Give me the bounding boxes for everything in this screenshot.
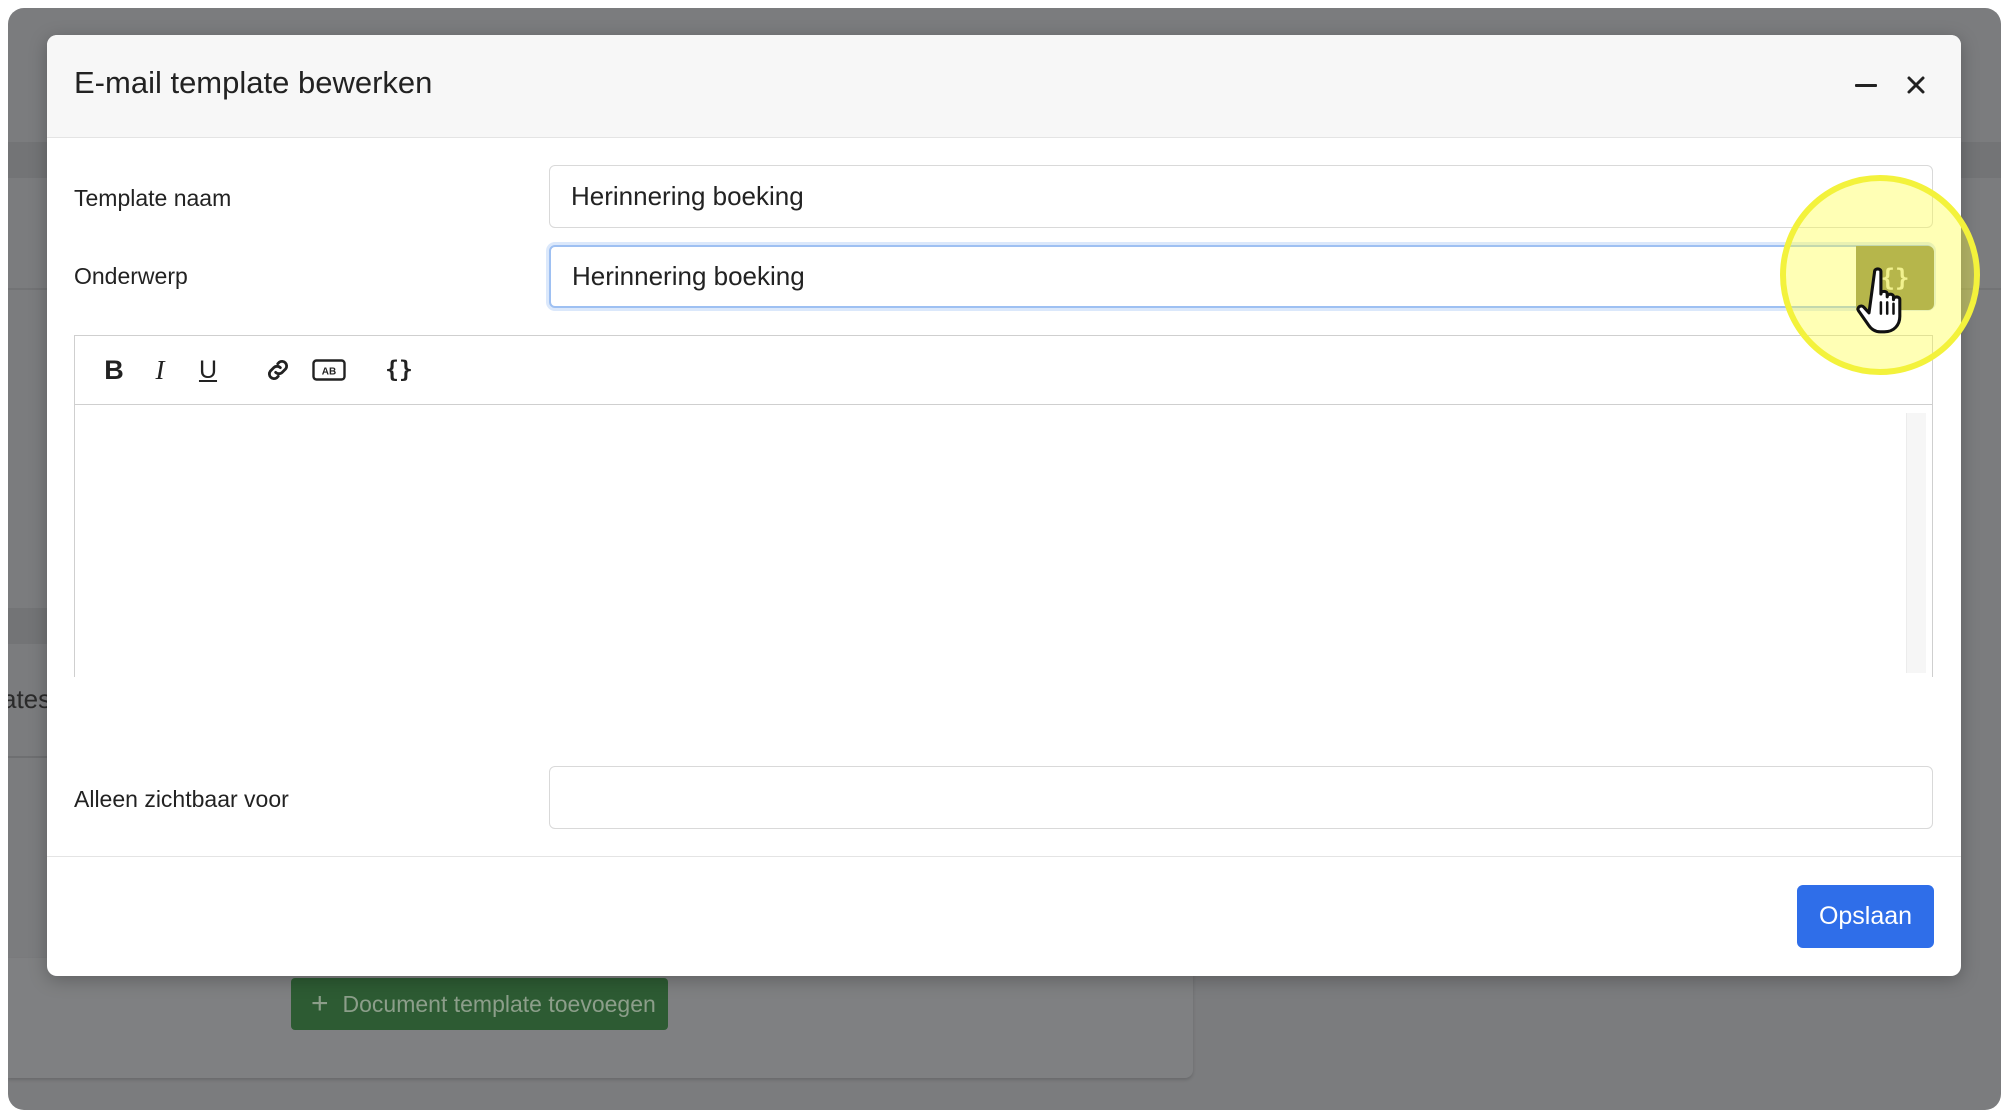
insert-variable-toolbar-button[interactable]: {} — [381, 352, 417, 388]
close-button[interactable] — [1896, 65, 1936, 105]
rich-text-editor: B I U AB {} — [74, 335, 1933, 677]
modal-header: E-mail template bewerken — [47, 35, 1961, 138]
add-document-template-button: + Document template toevoegen — [291, 978, 668, 1030]
minimize-button[interactable] — [1846, 65, 1886, 105]
template-name-label: Template naam — [74, 185, 232, 211]
background-tab-label: ates — [8, 684, 52, 714]
editor-scrollbar[interactable] — [1906, 413, 1926, 673]
italic-button[interactable]: I — [145, 352, 175, 388]
editor-toolbar: B I U AB {} — [75, 336, 1932, 405]
modal-title: E-mail template bewerken — [74, 65, 433, 100]
link-icon — [267, 359, 289, 381]
link-button[interactable] — [262, 352, 294, 388]
edit-email-template-modal: E-mail template bewerken Template naam H… — [47, 35, 1961, 976]
subject-label: Onderwerp — [74, 263, 188, 289]
minus-icon — [1855, 83, 1877, 87]
visible-for-input[interactable] — [549, 766, 1933, 829]
subject-input[interactable]: Herinnering boeking — [549, 245, 1933, 308]
svg-text:AB: AB — [322, 367, 336, 378]
plus-icon: + — [311, 987, 329, 1020]
subject-value: Herinnering boeking — [572, 261, 805, 291]
visible-for-label: Alleen zichtbaar voor — [74, 786, 289, 812]
save-button[interactable]: Opslaan — [1797, 885, 1934, 948]
hand-pointer-icon — [1856, 267, 1902, 334]
close-icon — [1907, 76, 1925, 94]
underline-button[interactable]: U — [193, 352, 223, 388]
editor-content-area[interactable] — [75, 405, 1932, 677]
abbreviation-icon: AB — [312, 359, 346, 381]
bold-button[interactable]: B — [99, 352, 129, 388]
footer-divider — [47, 856, 1961, 857]
template-name-input[interactable]: Herinnering boeking — [549, 165, 1933, 228]
template-name-value: Herinnering boeking — [571, 181, 804, 211]
abbreviation-button[interactable]: AB — [309, 352, 349, 388]
add-document-template-label: Document template toevoegen — [342, 990, 656, 1017]
